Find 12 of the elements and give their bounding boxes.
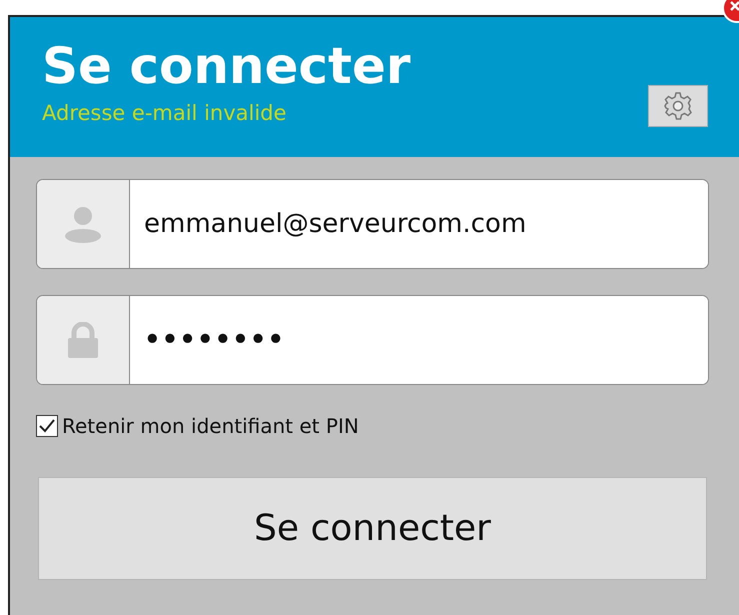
remember-checkbox[interactable]: [36, 415, 58, 437]
email-field[interactable]: emmanuel@serveurcom.com: [36, 179, 709, 269]
password-field[interactable]: ••••••••: [36, 295, 709, 385]
checkbox-label: Retenir mon identifiant et PIN: [62, 414, 359, 438]
login-button[interactable]: Se connecter: [38, 477, 707, 580]
settings-icon: [663, 91, 693, 121]
close-icon[interactable]: [721, 0, 739, 24]
user-icon: [64, 205, 102, 243]
lock-icon: [66, 322, 100, 358]
error-message: Adresse e-mail invalide: [42, 101, 286, 125]
settings-button[interactable]: [648, 85, 708, 127]
window-title: Se connecter: [42, 36, 411, 97]
